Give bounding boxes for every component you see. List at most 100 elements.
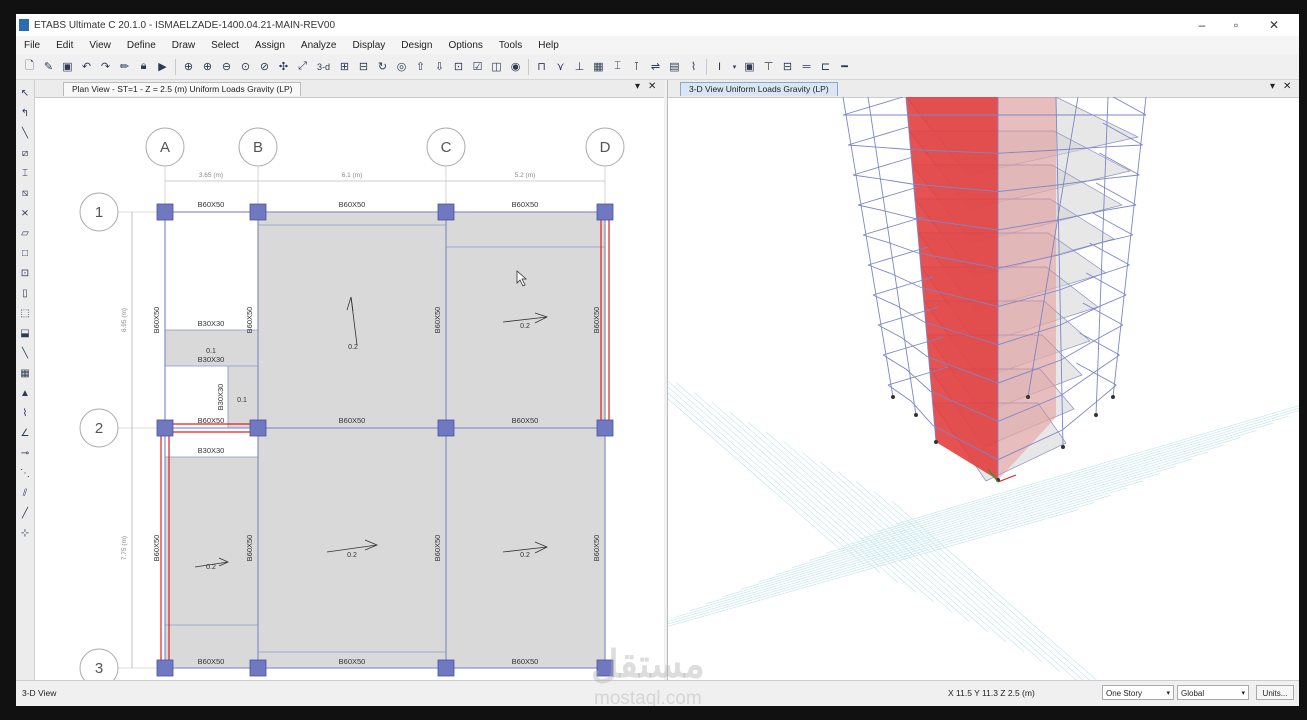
menu-assign[interactable]: Assign	[247, 40, 293, 51]
slab-panel[interactable]	[258, 428, 446, 668]
draw-floor-icon[interactable]: ▦	[591, 59, 607, 75]
menu-display[interactable]: Display	[345, 40, 394, 51]
draw-line-icon[interactable]: ╲	[18, 126, 32, 140]
slab-panel[interactable]	[165, 457, 258, 668]
draw-tendon-icon[interactable]: ⌇	[686, 59, 702, 75]
zoom-window-icon[interactable]: ⊕	[181, 59, 197, 75]
plan-view-pane[interactable]: Plan View - ST=1 - Z = 2.5 (m) Uniform L…	[35, 80, 664, 680]
pan-icon[interactable]: ✣	[276, 59, 292, 75]
beam-member[interactable]	[842, 97, 904, 116]
3d-view-tab[interactable]: 3-D View Uniform Loads Gravity (LP)	[680, 82, 838, 96]
column-member[interactable]	[842, 97, 894, 398]
design-steel-icon[interactable]: ⊤	[761, 59, 777, 75]
beam-member[interactable]	[1079, 332, 1120, 356]
zoom-previous-icon[interactable]: ⊘	[257, 59, 273, 75]
design-composite-icon[interactable]: ═	[799, 59, 815, 75]
beam-member[interactable]	[1106, 97, 1147, 116]
beam-member[interactable]	[1076, 362, 1117, 386]
close-window-button[interactable]: ✕	[1256, 14, 1292, 36]
draw-brace-icon[interactable]: ⋎	[553, 59, 569, 75]
beam-member[interactable]	[847, 126, 909, 146]
open-model-icon[interactable]: ✎	[41, 59, 57, 75]
move-up-icon[interactable]: ⇧	[413, 59, 429, 75]
draw-cross-brace-icon[interactable]: ⨯	[18, 206, 32, 220]
column[interactable]	[156, 203, 174, 221]
pane-close-icon[interactable]: ✕	[648, 81, 656, 92]
draw-frame-line-icon[interactable]: ⧄	[18, 146, 32, 160]
menu-help[interactable]: Help	[530, 40, 567, 51]
slab-panel[interactable]	[446, 428, 605, 668]
beam-member[interactable]	[852, 156, 914, 176]
units-button[interactable]: Units...	[1256, 685, 1294, 700]
shear-wall-side[interactable]	[998, 97, 1056, 480]
shear-wall[interactable]	[906, 97, 998, 480]
column[interactable]	[249, 659, 267, 677]
design-slab-icon[interactable]: ━	[837, 59, 853, 75]
column-member[interactable]	[867, 97, 917, 416]
beam-member[interactable]	[857, 186, 919, 206]
maximize-button[interactable]: ▫	[1218, 14, 1254, 36]
run-analysis-icon[interactable]: ▶	[155, 59, 171, 75]
redo-icon[interactable]: ↷	[98, 59, 114, 75]
draw-opening-tool-icon[interactable]: ⬚	[18, 306, 32, 320]
draw-column-icon[interactable]: ⌶	[18, 166, 32, 180]
perspective-icon[interactable]: ◎	[394, 59, 410, 75]
lock-icon[interactable]: 🔒︎	[136, 59, 152, 75]
3d-view-canvas[interactable]	[668, 97, 1299, 680]
pane-menu-icon[interactable]: ▾	[635, 81, 640, 92]
slab-panel[interactable]	[258, 212, 446, 428]
column-member[interactable]	[1112, 97, 1147, 398]
design-wall-icon[interactable]: ⊏	[818, 59, 834, 75]
select-pointer-icon[interactable]: ↖	[18, 86, 32, 100]
elevation-view-icon[interactable]: ⊟	[356, 59, 372, 75]
menu-draw[interactable]: Draw	[164, 40, 203, 51]
menu-tools[interactable]: Tools	[491, 40, 530, 51]
column[interactable]	[156, 659, 174, 677]
pane-close-icon[interactable]: ✕	[1283, 81, 1291, 92]
zoom-in-icon[interactable]: ⊕	[200, 59, 216, 75]
column[interactable]	[596, 203, 614, 221]
menu-select[interactable]: Select	[203, 40, 247, 51]
draw-slab-icon[interactable]: ▤	[667, 59, 683, 75]
draw-rect-floor-icon[interactable]: □	[18, 246, 32, 260]
reshape-icon[interactable]: ↰	[18, 106, 32, 120]
object-shrink-icon[interactable]: ⊡	[451, 59, 467, 75]
slab-panel[interactable]	[446, 212, 605, 428]
draw-wall-icon[interactable]: ⌶	[610, 59, 626, 75]
show-loads-icon[interactable]: ◉	[508, 59, 524, 75]
draw-joint-icon[interactable]: ⋱	[18, 466, 32, 480]
menu-options[interactable]: Options	[440, 40, 490, 51]
plan-view-icon[interactable]: ⊞	[337, 59, 353, 75]
draw-dimension-icon[interactable]: ╲	[18, 346, 32, 360]
beam-member[interactable]	[1089, 242, 1130, 266]
draw-section-cut-icon[interactable]: ⬓	[18, 326, 32, 340]
beam-member[interactable]	[867, 246, 929, 266]
draw-brace-tool-icon[interactable]: ⧅	[18, 186, 32, 200]
story-select[interactable]: One Story ▾	[1102, 685, 1174, 700]
beam-member[interactable]	[1082, 302, 1124, 326]
dropdown-arrow-icon[interactable]: ▾	[731, 59, 739, 75]
menu-analyze[interactable]: Analyze	[293, 40, 345, 51]
draw-support-icon[interactable]: ▲	[18, 386, 32, 400]
undo-icon[interactable]: ↶	[79, 59, 95, 75]
draw-tendon-tool-icon[interactable]: ⊸	[18, 446, 32, 460]
plan-view-canvas[interactable]: A B C D 1 2 3 3.65 (m) 6.1 (m) 5.2 (m) 6.95 (m) 7.…	[35, 97, 664, 680]
column[interactable]	[437, 203, 455, 221]
design-concrete-icon[interactable]: ⊟	[780, 59, 796, 75]
draw-reference-icon[interactable]: ∠	[18, 426, 32, 440]
menu-design[interactable]: Design	[393, 40, 440, 51]
column[interactable]	[596, 419, 614, 437]
zoom-out-icon[interactable]: ⊖	[219, 59, 235, 75]
snap-options-icon[interactable]: ⊹	[18, 526, 32, 540]
draw-beam-icon[interactable]: ⊥	[572, 59, 588, 75]
menu-edit[interactable]: Edit	[48, 40, 81, 51]
draw-link-icon[interactable]: ⇌	[648, 59, 664, 75]
draw-grid-icon[interactable]: ▦	[18, 366, 32, 380]
menu-define[interactable]: Define	[119, 40, 164, 51]
draw-opening-icon[interactable]: ⊺	[629, 59, 645, 75]
draw-spring-icon[interactable]: ⌇	[18, 406, 32, 420]
minimize-button[interactable]: –	[1184, 14, 1220, 36]
section-box-icon[interactable]: ▣	[742, 59, 758, 75]
zoom-all-icon[interactable]: ⊙	[238, 59, 254, 75]
menu-view[interactable]: View	[81, 40, 119, 51]
